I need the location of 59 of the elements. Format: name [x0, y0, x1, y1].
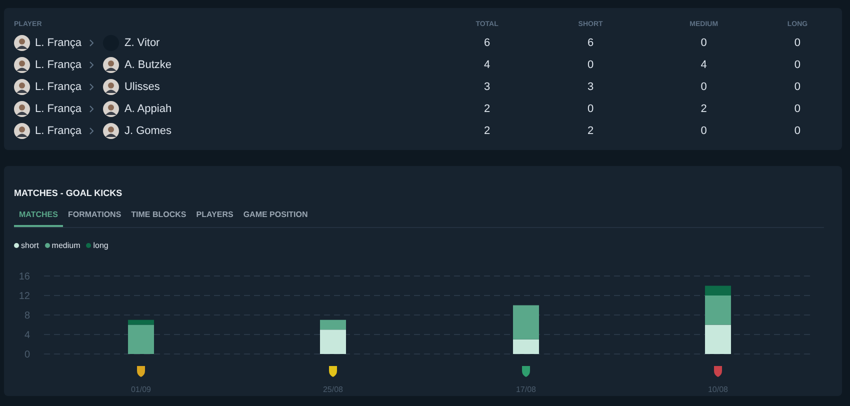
tab[interactable]: PLAYERS [191, 208, 238, 226]
legend-label: short [21, 240, 39, 252]
axis-tick-label: 4 [24, 330, 30, 340]
player-name: L. França [35, 124, 82, 139]
table-cell-text: 3 [587, 80, 594, 95]
table-cell-text: 0 [700, 80, 707, 95]
table-cell-text: 2 [587, 124, 594, 139]
table-cell-text: 0 [794, 124, 801, 139]
player-name: A. Appiah [124, 102, 172, 117]
table-cell-text: 0 [700, 124, 707, 139]
table-cell-text: 2 [484, 102, 490, 117]
player-name: L. França [35, 36, 82, 51]
player-name: A. Butzke [124, 58, 172, 73]
table-cell-text: 0 [794, 58, 801, 73]
table-cell-text: 0 [794, 80, 801, 95]
chevron-icon [89, 61, 96, 69]
axis-category-label: 10/08 [708, 384, 728, 394]
tab[interactable]: MATCHES [14, 208, 63, 226]
chevron-icon [89, 127, 96, 135]
axis-category-label: 01/09 [130, 384, 152, 394]
axis-tick-label: 12 [18, 290, 30, 302]
player-name: J. Gomes [124, 124, 172, 139]
player-name: L. França [35, 58, 82, 73]
table-cell-text: 0 [587, 102, 594, 117]
chevron-icon [89, 39, 96, 47]
card-title: MATCHES - GOAL KICKS [14, 187, 124, 200]
table-cell-text: 0 [794, 36, 801, 51]
bar-segment [705, 324, 731, 354]
player-name: L. França [35, 80, 82, 95]
avatar-icon [14, 79, 30, 95]
chevron-icon [89, 83, 96, 91]
player-name: L. França [35, 102, 82, 117]
avatar-icon [14, 35, 30, 51]
player-name: Z. Vitor [124, 36, 160, 51]
axis-tick-label: 0 [24, 349, 30, 360]
chevron-icon [89, 105, 96, 113]
table-cell-text: 0 [700, 36, 707, 51]
table-cell-text: 2 [484, 124, 490, 139]
axis-category-label: 25/08 [322, 384, 344, 394]
tab[interactable]: TIME BLOCKS [126, 208, 192, 226]
axis-tick-label: 8 [24, 310, 30, 321]
avatar-icon [14, 123, 30, 139]
table-cell-text: 3 [484, 80, 490, 95]
avatar-icon [14, 57, 30, 73]
table-cell-text: 6 [587, 36, 594, 51]
avatar-icon [14, 101, 30, 117]
table-cell-text: 0 [794, 102, 801, 117]
table-cell-text: 2 [700, 102, 707, 117]
table-cell-text: 6 [484, 36, 490, 51]
legend-label: medium [52, 240, 80, 252]
legend-label: long [93, 240, 108, 252]
tab[interactable]: FORMATIONS [62, 208, 126, 226]
player-name: Ulisses [124, 80, 160, 95]
table-cell-text: 4 [700, 58, 707, 73]
table-cell-text: 4 [484, 58, 490, 73]
axis-tick-label: 16 [18, 271, 30, 282]
tab[interactable]: GAME POSITION [238, 208, 313, 226]
table-cell-text: 0 [587, 58, 594, 73]
axis-category-label: 17/08 [516, 384, 536, 394]
